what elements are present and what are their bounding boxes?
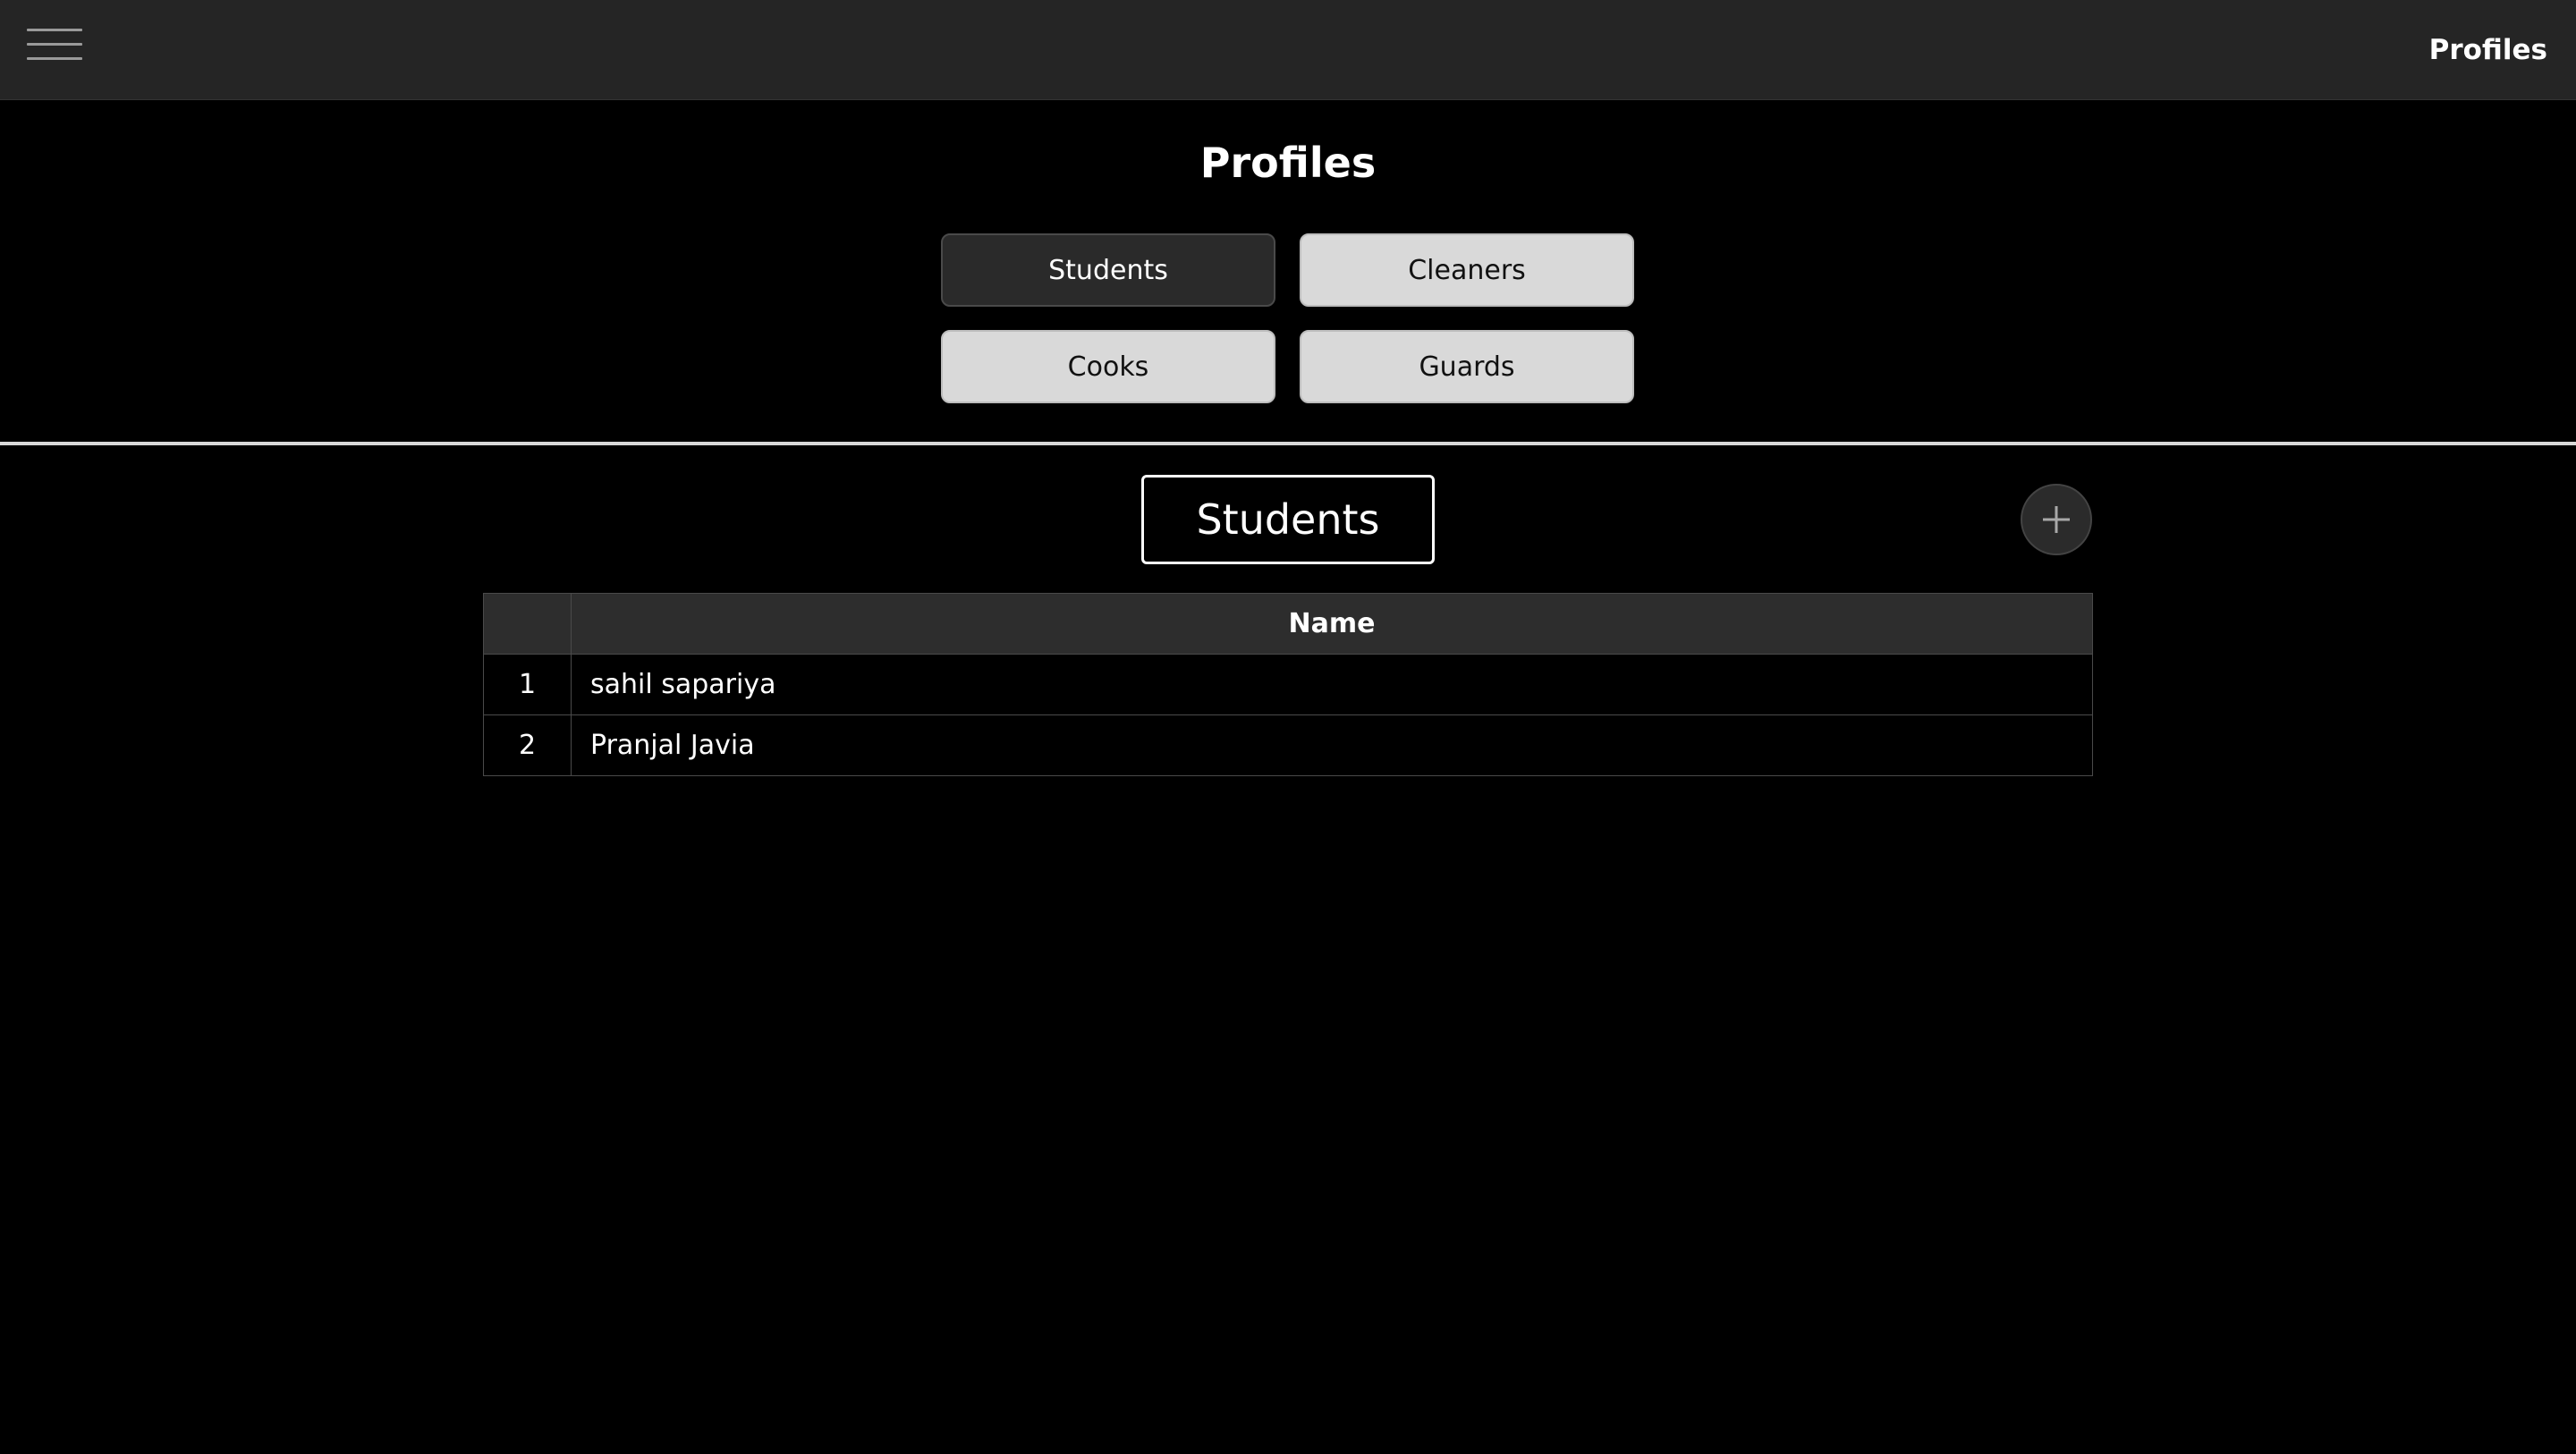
- top-app-bar: Profiles: [0, 0, 2576, 100]
- hamburger-menu-icon[interactable]: [27, 27, 82, 63]
- menu-line: [27, 29, 82, 31]
- table-row[interactable]: 2 Pranjal Javia: [483, 714, 2093, 776]
- plus-icon: [2043, 506, 2070, 533]
- row-name: Pranjal Javia: [571, 714, 2093, 776]
- guards-button[interactable]: Guards: [1300, 330, 1634, 403]
- index-column-header: [483, 593, 572, 655]
- table-row[interactable]: 1 sahil sapariya: [483, 654, 2093, 715]
- section-title: Students: [1141, 475, 1435, 564]
- topbar-title: Profiles: [2428, 34, 2547, 66]
- table-header-row: Name: [483, 593, 2093, 655]
- row-name: sahil sapariya: [571, 654, 2093, 715]
- add-profile-button[interactable]: [2021, 484, 2092, 555]
- cooks-button[interactable]: Cooks: [941, 330, 1275, 403]
- section-divider: [0, 442, 2576, 445]
- row-index: 1: [483, 654, 572, 715]
- menu-line: [27, 57, 82, 60]
- profiles-table: Name 1 sahil sapariya 2 Pranjal Javia: [483, 593, 2093, 776]
- row-index: 2: [483, 714, 572, 776]
- name-column-header: Name: [571, 593, 2093, 655]
- students-button[interactable]: Students: [941, 233, 1275, 307]
- page-title: Profiles: [1199, 139, 1377, 187]
- menu-line: [27, 43, 82, 46]
- cleaners-button[interactable]: Cleaners: [1300, 233, 1634, 307]
